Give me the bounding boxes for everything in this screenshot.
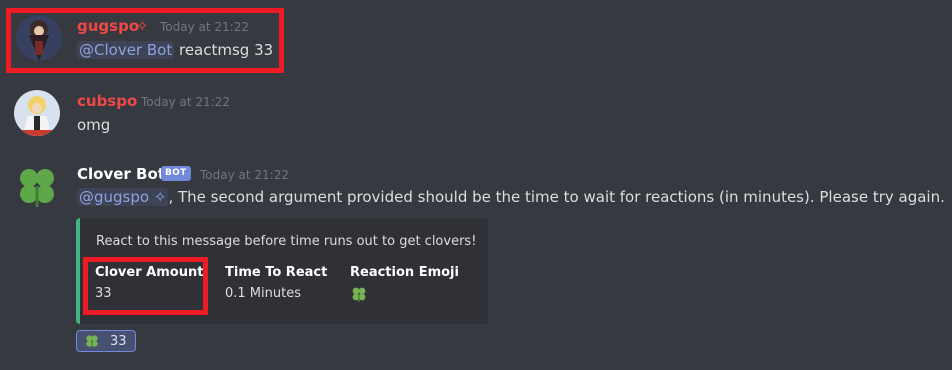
field-name: Clover Amount (95, 265, 204, 280)
avatar-cubspo[interactable] (14, 90, 60, 136)
timestamp: Today at 21:22 (141, 95, 230, 109)
timestamp: Today at 21:22 (200, 168, 289, 182)
field-value: 33 (95, 286, 112, 301)
four-leaf-clover-icon (86, 335, 98, 349)
embed-field-reaction-emoji: Reaction Emoji (350, 264, 459, 309)
timestamp: Today at 21:22 (160, 20, 249, 34)
author-name[interactable]: Clover Bot (77, 164, 165, 184)
sparkle-icon: ✧ (153, 188, 167, 206)
bot-badge: BOT (161, 166, 191, 181)
embed-field-clover-amount: Clover Amount 33 (95, 264, 203, 303)
message-text: , The second argument provided should be… (168, 188, 945, 206)
four-leaf-clover-icon (352, 287, 366, 302)
author-name[interactable]: gugspo (77, 16, 139, 36)
reaction-count: 33 (110, 334, 127, 349)
embed-field-time-to-react: Time To React 0.1 Minutes (225, 264, 327, 303)
author-name[interactable]: cubspo (77, 91, 137, 111)
mention-clover-bot[interactable]: @Clover Bot (77, 41, 175, 59)
reaction-clover[interactable]: 33 (76, 330, 136, 352)
message-text: omg (77, 116, 111, 134)
avatar-gugspo[interactable] (16, 15, 62, 61)
sparkle-icon: ✧ (136, 17, 149, 35)
field-name: Time To React (225, 265, 328, 280)
mention-gugspo[interactable]: @gugspo ✧ (77, 188, 169, 206)
embed: React to this message before time runs o… (76, 218, 488, 324)
message-content: @Clover Bot reactmsg 33 (77, 39, 273, 61)
field-name: Reaction Emoji (350, 265, 459, 280)
message-text: reactmsg 33 (174, 41, 274, 59)
field-value: 0.1 Minutes (225, 286, 301, 301)
message-content: @gugspo ✧, The second argument provided … (77, 186, 945, 208)
avatar-clover-bot[interactable] (14, 163, 60, 209)
embed-description: React to this message before time runs o… (96, 234, 477, 249)
